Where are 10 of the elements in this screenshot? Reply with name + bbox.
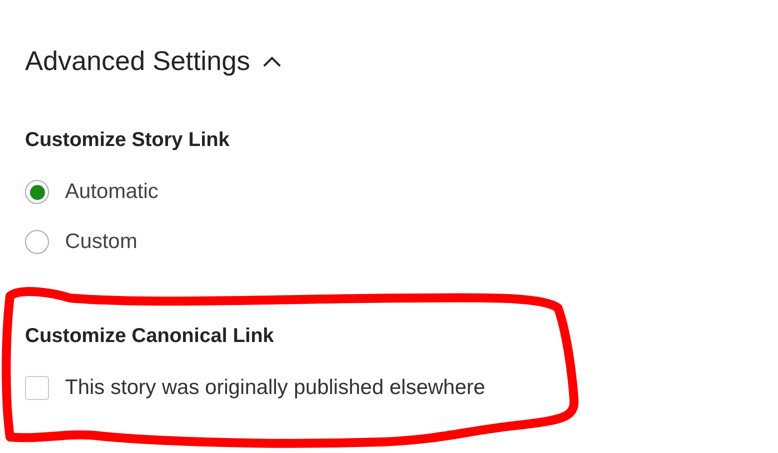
radio-label: Automatic (65, 179, 158, 206)
radio-button[interactable] (25, 230, 49, 254)
section-heading: Customize Story Link (25, 129, 230, 151)
radio-label: Custom (65, 229, 138, 256)
radio-button[interactable] (25, 180, 49, 204)
section-heading: Customize Canonical Link (25, 325, 274, 347)
chevron-up-icon[interactable] (262, 55, 282, 67)
section-title: Advanced Settings (25, 48, 250, 74)
checkbox[interactable] (25, 376, 49, 400)
checkbox-label: This story was originally published elsewhere (65, 375, 486, 402)
